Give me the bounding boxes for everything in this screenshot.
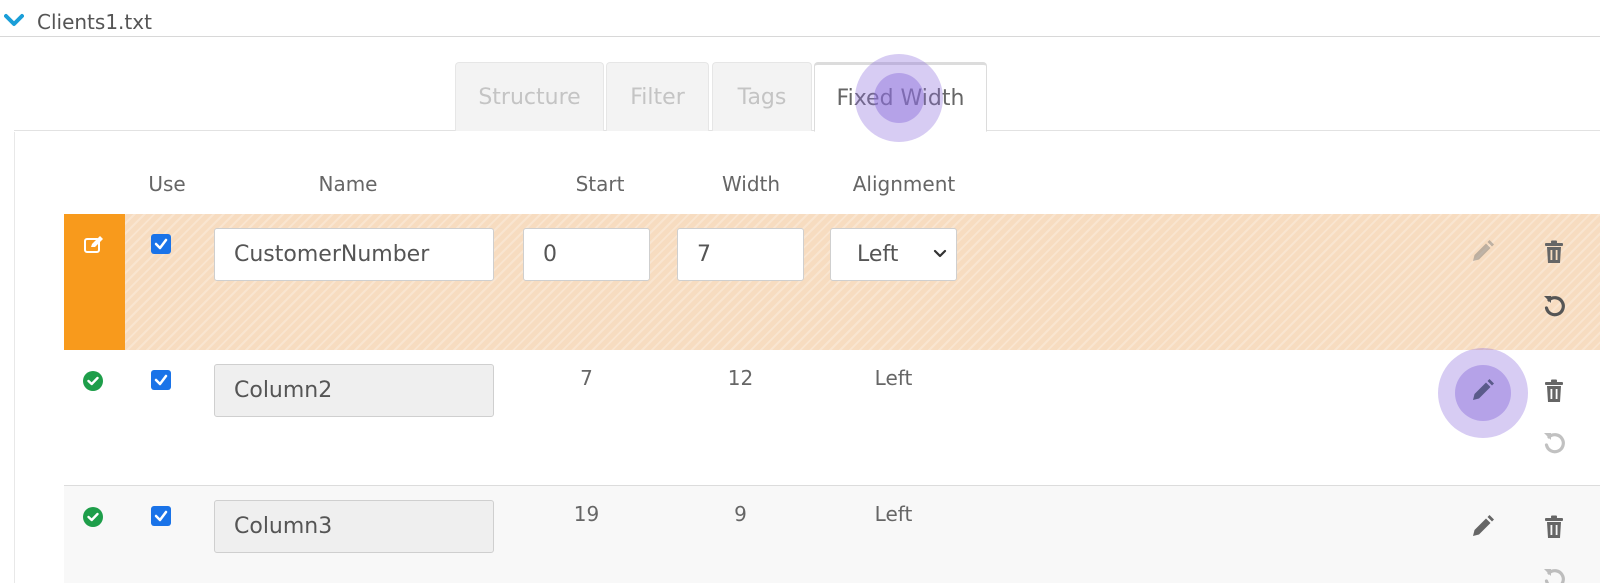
alignment-value: Left [874,366,913,390]
fixed-width-panel: Use Name Start Width Alignment CustomerN… [14,132,1600,583]
tab-tags[interactable]: Tags [712,62,812,131]
header-use: Use [148,172,186,196]
chevron-down-icon [933,249,947,258]
alignment-select[interactable]: Left [830,228,957,281]
start-value: 7 [580,366,593,390]
check-circle-icon [83,507,103,527]
width-input[interactable]: 7 [677,228,804,281]
use-checkbox[interactable] [151,506,171,526]
tab-structure[interactable]: Structure [455,62,604,131]
header-alignment: Alignment [852,172,956,196]
start-value: 19 [573,502,600,526]
start-input[interactable]: 0 [523,228,650,281]
table-row: Column2 7 12 Left [64,348,1600,486]
chevron-down-icon[interactable] [4,12,24,26]
tab-fixed-width[interactable]: Fixed Width [814,62,987,132]
table-row: CustomerNumber 0 7 Left [64,214,1600,350]
trash-icon[interactable] [1540,238,1568,266]
header-width: Width [721,172,781,196]
edit-note-icon [83,234,105,256]
page: Clients1.txt Structure Filter Tags Fixed… [0,0,1600,583]
tab-bar: Structure Filter Tags Fixed Width [0,37,1600,142]
column-headers: Use Name Start Width Alignment [15,172,1600,202]
undo-icon[interactable] [1540,291,1568,319]
pencil-icon[interactable] [1468,513,1496,541]
use-checkbox[interactable] [151,370,171,390]
name-input[interactable]: Column2 [214,364,494,417]
edit-status-strip [64,214,125,350]
table-row: Column3 19 9 Left [64,486,1600,583]
tab-filter[interactable]: Filter [606,62,709,131]
file-title: Clients1.txt [37,10,152,34]
check-circle-icon [83,371,103,391]
alignment-value: Left [874,502,913,526]
pencil-icon[interactable] [1468,377,1496,405]
alignment-select-value: Left [857,242,899,267]
name-input[interactable]: Column3 [214,500,494,553]
undo-icon[interactable] [1540,564,1568,583]
file-header[interactable]: Clients1.txt [0,0,1600,37]
header-name: Name [318,172,378,196]
trash-icon[interactable] [1540,513,1568,541]
header-start: Start [575,172,625,196]
pencil-icon[interactable] [1468,238,1496,266]
undo-icon[interactable] [1540,428,1568,456]
name-input[interactable]: CustomerNumber [214,228,494,281]
width-value: 9 [734,502,747,526]
width-value: 12 [727,366,754,390]
use-checkbox[interactable] [151,234,171,254]
trash-icon[interactable] [1540,377,1568,405]
